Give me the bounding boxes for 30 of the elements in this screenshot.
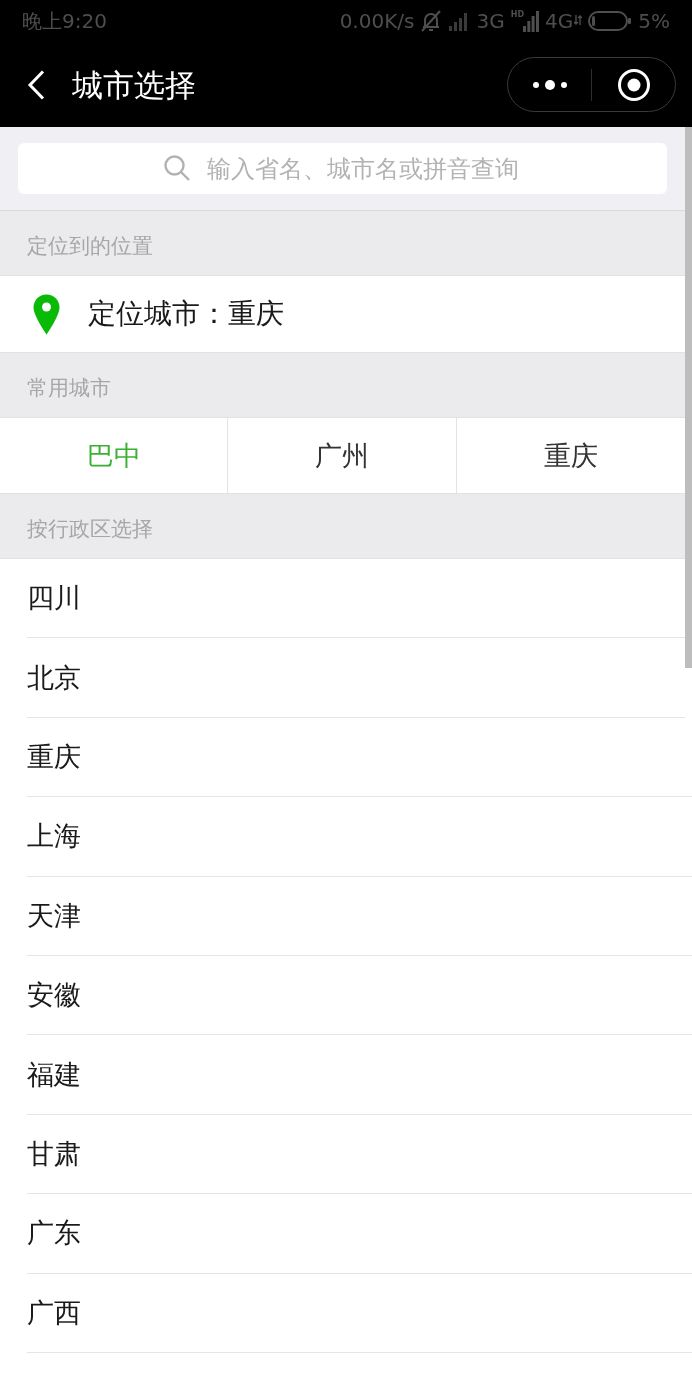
clock-text: 晚上9:20 [22, 9, 107, 33]
section-title: 常用城市 [27, 375, 111, 401]
network-type-text: 4G [545, 9, 574, 33]
region-item[interactable]: 北京 [27, 638, 685, 718]
search-icon [164, 155, 190, 181]
location-row[interactable]: 定位城市：重庆 [0, 275, 685, 353]
page-title: 城市选择 [72, 65, 197, 105]
network-type-text: 3G [476, 9, 505, 33]
map-pin-icon [33, 293, 60, 335]
region-item[interactable]: 广东 [27, 1194, 692, 1274]
battery-icon [588, 11, 633, 31]
region-item[interactable]: 福建 [27, 1035, 692, 1115]
region-item[interactable]: 广西 [27, 1273, 692, 1353]
battery-percent-text: 5% [638, 9, 670, 33]
ring-dot-icon [616, 67, 651, 102]
region-item[interactable]: 天津 [27, 876, 692, 956]
region-item[interactable]: 甘肃 [27, 1114, 692, 1195]
data-arrows-icon [574, 15, 583, 25]
region-item[interactable]: 上海 [27, 797, 692, 877]
more-dots-icon [531, 78, 568, 91]
region-item[interactable]: 重庆 [27, 717, 692, 798]
search-field[interactable]: 输入省名、城市名或拼音查询 [18, 143, 667, 194]
section-title: 按行政区选择 [27, 516, 153, 542]
section-title: 定位到的位置 [27, 233, 153, 259]
muted-bell-icon [420, 9, 443, 33]
chevron-left-icon [27, 69, 45, 100]
region-item[interactable]: 安徽 [27, 955, 692, 1036]
network-speed-text: 0.00K/s [339, 9, 415, 33]
signal-icon [523, 10, 540, 32]
hd-label: HD [510, 10, 525, 19]
